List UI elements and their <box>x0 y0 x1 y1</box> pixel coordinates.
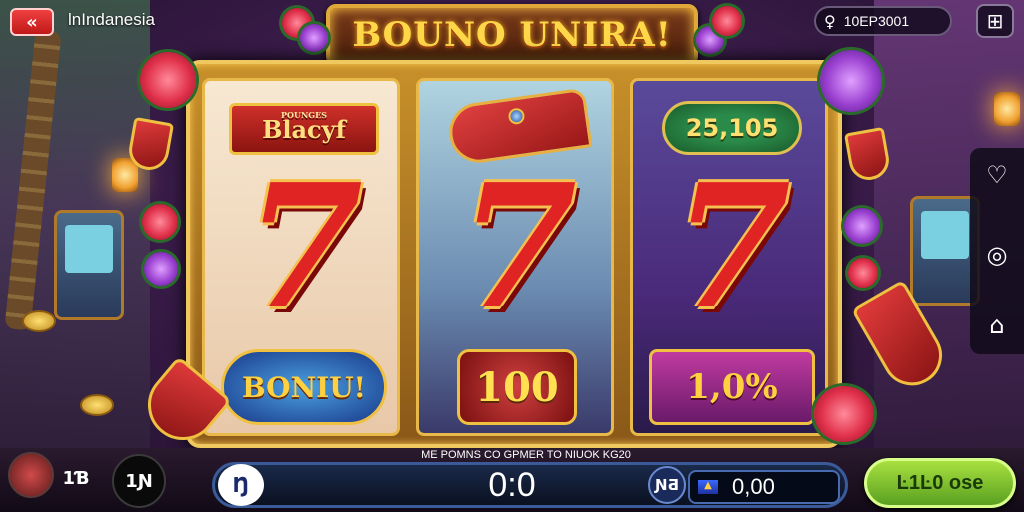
win-value: 0:0 <box>488 466 536 504</box>
game-title: BOUNO UNIRA! <box>352 15 672 55</box>
rose-icon <box>712 6 742 36</box>
reel-1-top-subtext: POUNGES <box>281 110 327 120</box>
bet-decrease-button[interactable]: Ŋ <box>218 464 264 506</box>
back-button[interactable]: « <box>10 8 54 36</box>
settings-circle-icon[interactable]: ◎ <box>978 236 1016 274</box>
spin-button[interactable]: Ŀ1Ŀ0 ose <box>864 458 1016 508</box>
reel-2: 7 100 <box>416 78 614 436</box>
user-icon: ♀ <box>824 11 836 31</box>
balance-display[interactable]: ♀ 10EP3001 <box>814 6 952 36</box>
autoplay-button[interactable]: 1Ɲ <box>112 454 166 508</box>
gold-coin-decoration <box>80 394 114 416</box>
purple-flower-icon <box>144 252 178 286</box>
home-icon[interactable]: ⌂ <box>978 306 1016 344</box>
gold-coin-decoration <box>22 310 56 332</box>
game-title-plaque: BOUNO UNIRA! <box>326 4 698 66</box>
heart-icon[interactable]: ♡ <box>978 156 1016 194</box>
menu-button[interactable]: ⊞ <box>976 4 1014 38</box>
balance-value: 10EP3001 <box>843 13 910 29</box>
lamp-decoration <box>994 92 1020 126</box>
reel-2-100-badge: 100 <box>457 349 577 425</box>
avatar[interactable] <box>8 452 54 498</box>
sound-button[interactable]: 1Ɓ <box>56 462 96 494</box>
credit-display: ▲ 0,00 <box>688 470 840 504</box>
reel-1-seven-symbol: 7 <box>244 147 364 347</box>
rose-icon <box>848 258 878 288</box>
reel-2-seven-symbol: 7 <box>458 147 578 347</box>
reel-1-bonus-badge: BONIU! <box>221 349 387 425</box>
rose-icon <box>140 52 196 108</box>
purple-flower-icon <box>300 24 328 52</box>
credit-icon: ▲ <box>698 480 718 494</box>
info-text: ME POMNS CO GPMER TO NIUOK KG20 <box>421 449 631 461</box>
slot-machine-frame: POUNGES Blacyf 7 BONIU! 7 100 25,105 7 1… <box>186 60 842 448</box>
reel-3-percent-badge: 1,0% <box>649 349 815 425</box>
rose-icon <box>814 386 874 442</box>
credit-value: 0,00 <box>732 474 775 499</box>
purple-flower-icon <box>820 50 882 112</box>
region-label: lnIndanesia <box>68 10 155 29</box>
reel-3-seven-symbol: 7 <box>672 147 792 347</box>
arcade-machine-decoration <box>54 210 124 320</box>
reel-1: POUNGES Blacyf 7 BONIU! <box>202 78 400 436</box>
gem-icon <box>507 107 526 126</box>
rose-icon <box>142 204 178 240</box>
reel-3: 25,105 7 1,0% <box>630 78 828 436</box>
bet-increase-button[interactable]: ƝƋ <box>648 466 686 504</box>
purple-flower-icon <box>844 208 880 244</box>
